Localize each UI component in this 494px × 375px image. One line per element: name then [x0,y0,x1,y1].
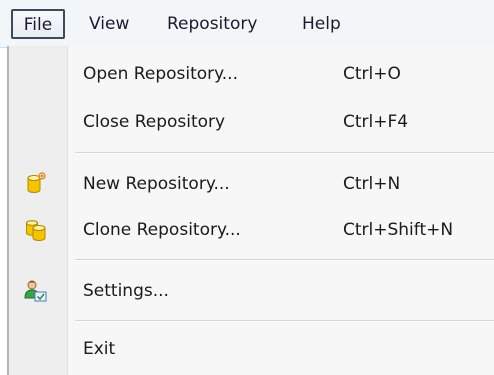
settings-user-icon [23,279,49,303]
menu-item-clone-repository[interactable]: Clone Repository... Ctrl+Shift+N [9,210,494,250]
application-window: File View Repository Help Open Repositor… [0,0,494,375]
menu-item-shortcut: Ctrl+O [343,64,401,84]
menu-item-label: Close Repository [83,112,226,132]
menu-item-shortcut: Ctrl+Shift+N [343,220,454,240]
menu-separator [75,152,494,154]
menu-repository[interactable]: Repository [167,12,257,36]
menu-item-shortcut: Ctrl+F4 [343,112,409,132]
menu-item-close-repository[interactable]: Close Repository Ctrl+F4 [9,102,494,142]
menu-item-settings[interactable]: Settings... [9,271,494,311]
menu-item-exit[interactable]: Exit [9,329,494,369]
menu-item-shortcut: Ctrl+N [343,174,401,194]
clone-repository-icon [23,218,49,242]
menu-view[interactable]: View [89,12,129,36]
menu-item-label: New Repository... [83,174,230,194]
menu-file[interactable]: File [11,9,65,39]
menu-item-label: Exit [83,339,116,359]
menu-item-label: Open Repository... [83,64,238,84]
menu-separator [75,320,494,322]
menu-bar: File View Repository Help [0,0,494,48]
file-menu-dropdown: Open Repository... Ctrl+O Close Reposito… [7,46,494,375]
menu-item-new-repository[interactable]: New Repository... Ctrl+N [9,164,494,204]
menu-help[interactable]: Help [302,12,341,36]
menu-item-open-repository[interactable]: Open Repository... Ctrl+O [9,54,494,94]
menu-item-label: Settings... [83,281,169,301]
menu-separator [75,259,494,261]
new-repository-icon [23,172,49,196]
menu-item-label: Clone Repository... [83,220,241,240]
